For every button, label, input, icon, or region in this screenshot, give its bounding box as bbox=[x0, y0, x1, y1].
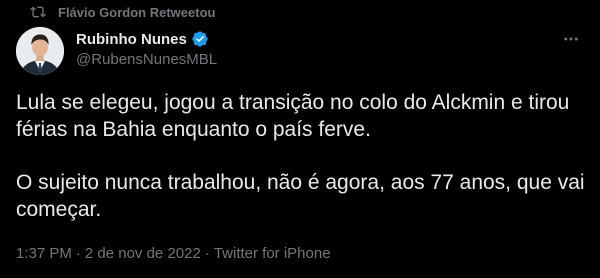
user-handle[interactable]: @RubensNunesMBL bbox=[76, 50, 217, 70]
tweet-paragraph: O sujeito nunca trabalhou, não é agora, … bbox=[16, 171, 585, 221]
author-block[interactable]: Rubinho Nunes @RubensNunesMBL bbox=[76, 29, 217, 70]
retweet-icon bbox=[30, 4, 46, 20]
retweet-label: Flávio Gordon Retweetou bbox=[58, 4, 216, 20]
separator: · bbox=[75, 244, 81, 262]
name-row: Rubinho Nunes bbox=[76, 29, 217, 49]
tweet-text: Lula se elegeu, jogou a transição no col… bbox=[16, 90, 586, 223]
tweet-metadata: 1:37 PM · 2 de nov de 2022 · Twitter for… bbox=[16, 243, 331, 263]
verified-badge-icon bbox=[191, 30, 209, 48]
tweet-date[interactable]: 2 de nov de 2022 bbox=[85, 245, 201, 262]
separator: · bbox=[204, 244, 210, 262]
tweet-time[interactable]: 1:37 PM bbox=[16, 245, 72, 262]
avatar[interactable] bbox=[16, 27, 64, 75]
tweet-paragraph: Lula se elegeu, jogou a transição no col… bbox=[16, 91, 570, 141]
display-name[interactable]: Rubinho Nunes bbox=[76, 31, 187, 48]
retweet-context[interactable]: Flávio Gordon Retweetou bbox=[30, 4, 215, 20]
more-options-button[interactable] bbox=[560, 28, 582, 50]
tweet-source[interactable]: Twitter for iPhone bbox=[214, 245, 331, 262]
more-icon bbox=[564, 37, 578, 41]
